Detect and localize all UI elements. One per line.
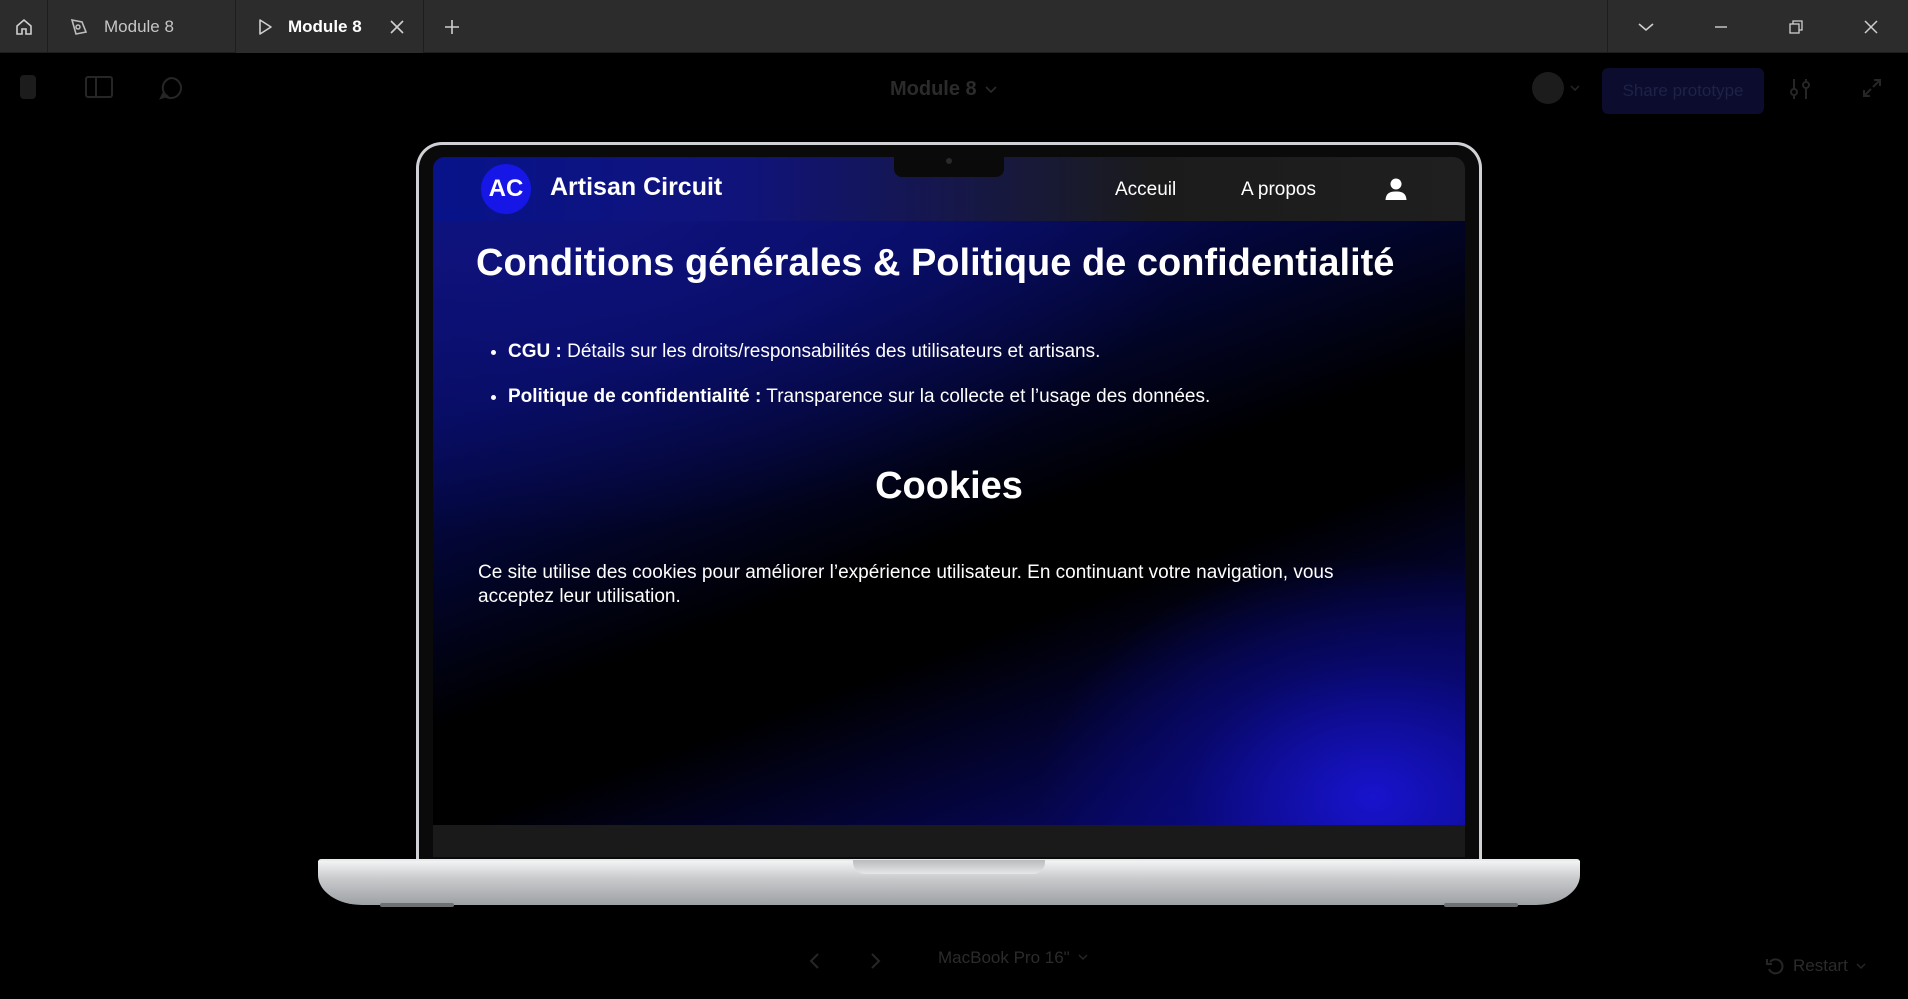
comment-icon[interactable] xyxy=(158,76,184,100)
close-window-button[interactable] xyxy=(1833,0,1908,53)
terms-list: CGU : Détails sur les droits/responsabil… xyxy=(508,342,1210,432)
laptop-screen: AC Artisan Circuit Acceuil A propos Cond… xyxy=(433,157,1465,857)
logo-text: AC xyxy=(488,175,524,202)
site-brand[interactable]: Artisan Circuit xyxy=(550,173,722,202)
restore-button[interactable] xyxy=(1758,0,1833,53)
chevron-down-icon xyxy=(1078,954,1088,961)
home-button[interactable] xyxy=(0,0,48,53)
avatar xyxy=(1532,72,1564,104)
tabs-dropdown-button[interactable] xyxy=(1608,0,1683,53)
list-item-text: Transparence sur la collecte et l’usage … xyxy=(761,386,1211,407)
user-icon[interactable] xyxy=(1384,177,1408,201)
tab-label: Module 8 xyxy=(288,16,362,36)
list-item-cgu: CGU : Détails sur les droits/responsabil… xyxy=(508,342,1210,361)
share-label: Share prototype xyxy=(1622,81,1744,100)
tab-label: Module 8 xyxy=(104,16,174,36)
laptop-foot-right xyxy=(1444,903,1518,907)
laptop-foot-left xyxy=(380,903,454,907)
close-tab-icon[interactable] xyxy=(389,19,405,35)
website-page: AC Artisan Circuit Acceuil A propos Cond… xyxy=(433,157,1465,825)
plus-icon xyxy=(445,19,459,34)
user-avatar-menu[interactable] xyxy=(1532,72,1580,104)
list-item-term: Politique de confidentialité : xyxy=(508,386,762,407)
design-file-icon xyxy=(70,18,88,35)
chevron-down-icon xyxy=(1637,22,1654,31)
new-tab-button[interactable] xyxy=(424,0,480,53)
share-prototype-button[interactable]: Share prototype xyxy=(1602,68,1764,114)
nav-link-a-propos[interactable]: A propos xyxy=(1241,179,1316,201)
previous-frame-icon[interactable] xyxy=(808,952,820,970)
sidebar-toggle-icon[interactable] xyxy=(85,76,113,98)
play-icon xyxy=(259,18,272,35)
cookies-heading: Cookies xyxy=(875,465,1023,507)
prototype-title-text: Module 8 xyxy=(890,78,977,100)
window-tab-bar: Module 8 Module 8 xyxy=(0,0,1908,53)
chevron-down-icon xyxy=(1856,963,1866,970)
restart-label: Restart xyxy=(1793,956,1848,975)
device-label: MacBook Pro 16" xyxy=(938,948,1070,967)
page-title: Conditions générales & Politique de conf… xyxy=(476,242,1395,284)
home-icon xyxy=(15,18,32,35)
restart-button[interactable]: Restart xyxy=(1765,956,1866,976)
device-selector[interactable]: MacBook Pro 16" xyxy=(938,948,1088,968)
minimize-icon xyxy=(1714,25,1727,28)
chevron-down-icon xyxy=(1570,85,1580,91)
list-item-text: Détails sur les droits/responsabilités d… xyxy=(561,341,1101,362)
minimize-button[interactable] xyxy=(1683,0,1758,53)
cookies-text: Ce site utilise des cookies pour amélior… xyxy=(478,562,1334,607)
tab-prototype[interactable]: Module 8 xyxy=(236,0,424,53)
chevron-down-icon xyxy=(985,85,997,93)
restart-icon xyxy=(1766,958,1784,975)
next-frame-icon[interactable] xyxy=(870,952,882,970)
site-logo[interactable]: AC xyxy=(481,164,531,214)
list-item-term: CGU : xyxy=(508,341,562,362)
screen-bottom-bezel xyxy=(433,825,1465,857)
close-icon xyxy=(1863,19,1878,34)
camera-icon xyxy=(946,158,952,164)
figma-logo-icon[interactable] xyxy=(18,74,38,100)
nav-link-accueil[interactable]: Acceuil xyxy=(1115,179,1176,201)
restore-icon xyxy=(1788,19,1803,34)
window-controls xyxy=(1607,0,1908,53)
prototype-title[interactable]: Module 8 xyxy=(890,78,997,101)
expand-icon[interactable] xyxy=(1862,78,1882,98)
laptop-groove xyxy=(853,860,1045,874)
tab-design-file[interactable]: Module 8 xyxy=(48,0,236,53)
settings-sliders-icon[interactable] xyxy=(1788,77,1812,101)
list-item-privacy: Politique de confidentialité : Transpare… xyxy=(508,387,1210,406)
